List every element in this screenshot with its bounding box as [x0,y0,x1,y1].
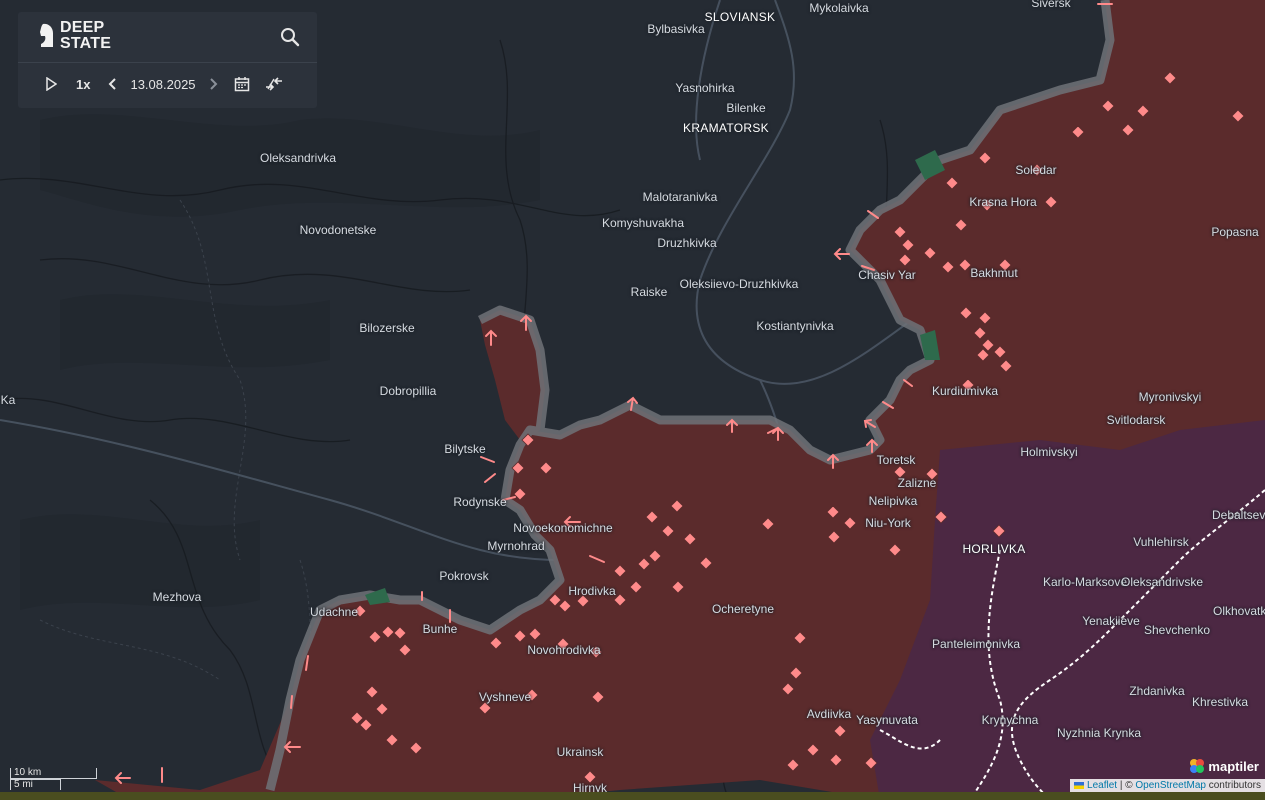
place-label: Olkhovatka [1212,604,1265,618]
place-label: Bilytske [444,442,486,456]
search-button[interactable] [279,26,301,48]
attribution: Leaflet | © OpenStreetMap contributors [1070,779,1265,792]
maptiler-text: maptiler [1208,758,1259,774]
logo-text: DEEP STATE [60,20,111,52]
maptiler-icon [1190,759,1205,773]
place-label: Avdiivka [806,707,852,721]
place-label: HORLIVKA [962,542,1026,556]
chevron-right-icon [209,78,217,90]
scale-km: 10 km [10,768,97,779]
place-label: Yenakiieve [1082,614,1140,628]
chevron-left-icon [109,78,117,90]
search-icon [281,28,300,47]
place-label: Krasna Hora [969,195,1037,209]
attribution-contributors: contributors [1205,780,1261,791]
next-date-button[interactable] [208,77,218,91]
place-label: SLOVIANSK [704,10,776,24]
place-label: Yasynuvata [856,713,918,727]
logo[interactable]: DEEP STATE [38,20,111,52]
place-label: Zalizne [897,476,937,490]
place-label: Udachne [309,605,359,619]
place-label: Vuhlehirsk [1133,535,1189,549]
place-label: Debaltseve [1211,508,1265,522]
place-label: Mezhova [152,590,202,604]
place-label: Dobropillia [379,384,437,398]
play-button[interactable] [42,77,60,91]
place-label: Shevchenko [1143,623,1211,637]
place-label: Bilozerske [359,321,415,335]
bottom-strip [0,792,1265,800]
place-label: Raiske [630,285,668,299]
logo-line2: STATE [60,35,112,52]
place-label: Rodynske [453,495,507,509]
place-label: Ukrainsk [556,745,604,759]
place-label: Niu-York [865,516,911,530]
leaflet-link[interactable]: Leaflet [1087,780,1117,791]
place-label: Holmivskyi [1020,445,1078,459]
map-layers [0,0,1265,800]
place-label: Malotaranivka [642,190,718,204]
speed-button[interactable]: 1x [76,77,90,92]
place-label: Siversk [1031,0,1071,10]
osm-link[interactable]: OpenStreetMap [1135,780,1206,791]
place-label: Ka [0,393,16,407]
place-label: Popasna [1211,225,1259,239]
place-label: Bakhmut [970,266,1018,280]
compare-button[interactable] [264,76,284,92]
place-label: Hrodivka [568,584,616,598]
timeline-controls: 1x 13.08.2025 [42,76,284,92]
place-label: Pokrovsk [439,569,489,583]
logo-line1: DEEP [60,19,105,36]
play-icon [46,77,57,91]
place-label: Oleksandrivka [259,151,337,165]
place-label: Soledar [1015,163,1057,177]
knight-icon [40,23,53,47]
place-label: Khrestivka [1191,695,1249,709]
calendar-icon [234,77,249,92]
calendar-button[interactable] [234,76,250,92]
scale-bar: 10 km 5 mi [10,768,97,790]
scale-mi: 5 mi [10,779,61,790]
place-label: Chasiv Yar [858,268,916,282]
place-label: Yasnohirka [675,81,735,95]
place-label: Novoekonomichne [513,521,613,535]
place-label: Myronivskyi [1138,390,1202,404]
place-label: Myrnohrad [487,539,545,553]
place-label: Novohrodivka [527,643,601,657]
maptiler-logo[interactable]: maptiler [1189,758,1259,774]
place-label: Druzhkivka [657,236,717,250]
place-label: Kurdiumivka [931,384,999,398]
control-panel: DEEP STATE 1x 13.08.2025 [18,12,317,108]
place-label: Mykolaivka [809,1,869,15]
compare-arrows-icon [265,77,282,91]
prev-date-button[interactable] [108,77,118,91]
place-label: Panteleimonivka [931,637,1021,651]
place-label: Kostiantynivka [756,319,834,333]
place-label: Krynychna [981,713,1039,727]
map-canvas[interactable]: SLOVIANSK Mykolaivka Siversk Bylbasivka Yasn… [0,0,1265,800]
place-label: Bunhe [422,622,458,636]
place-label: Komyshuvakha [601,216,685,230]
place-label: Oleksandrivske [1120,575,1204,589]
place-label: Ocheretyne [711,602,775,616]
place-label: KRAMATORSK [683,121,769,135]
place-label: Bilenke [726,101,766,115]
place-label: Toretsk [876,453,916,467]
place-label: Zhdanivka [1129,684,1185,698]
place-label: Bylbasivka [647,22,705,36]
attribution-separator: | © [1117,780,1136,791]
place-label: Nelipivka [868,494,918,508]
place-label: Karlo-Marksove [1042,575,1128,589]
panel-divider [18,62,317,63]
place-label: Oleksiievo-Druzhkivka [679,277,799,291]
ukraine-flag-icon [1074,781,1085,789]
place-label: Svitlodarsk [1106,413,1166,427]
date-display[interactable]: 13.08.2025 [130,77,195,92]
place-label: Novodonetske [299,223,377,237]
place-label: Nyzhnia Krynka [1056,726,1142,740]
place-label: Vyshneve [478,690,532,704]
